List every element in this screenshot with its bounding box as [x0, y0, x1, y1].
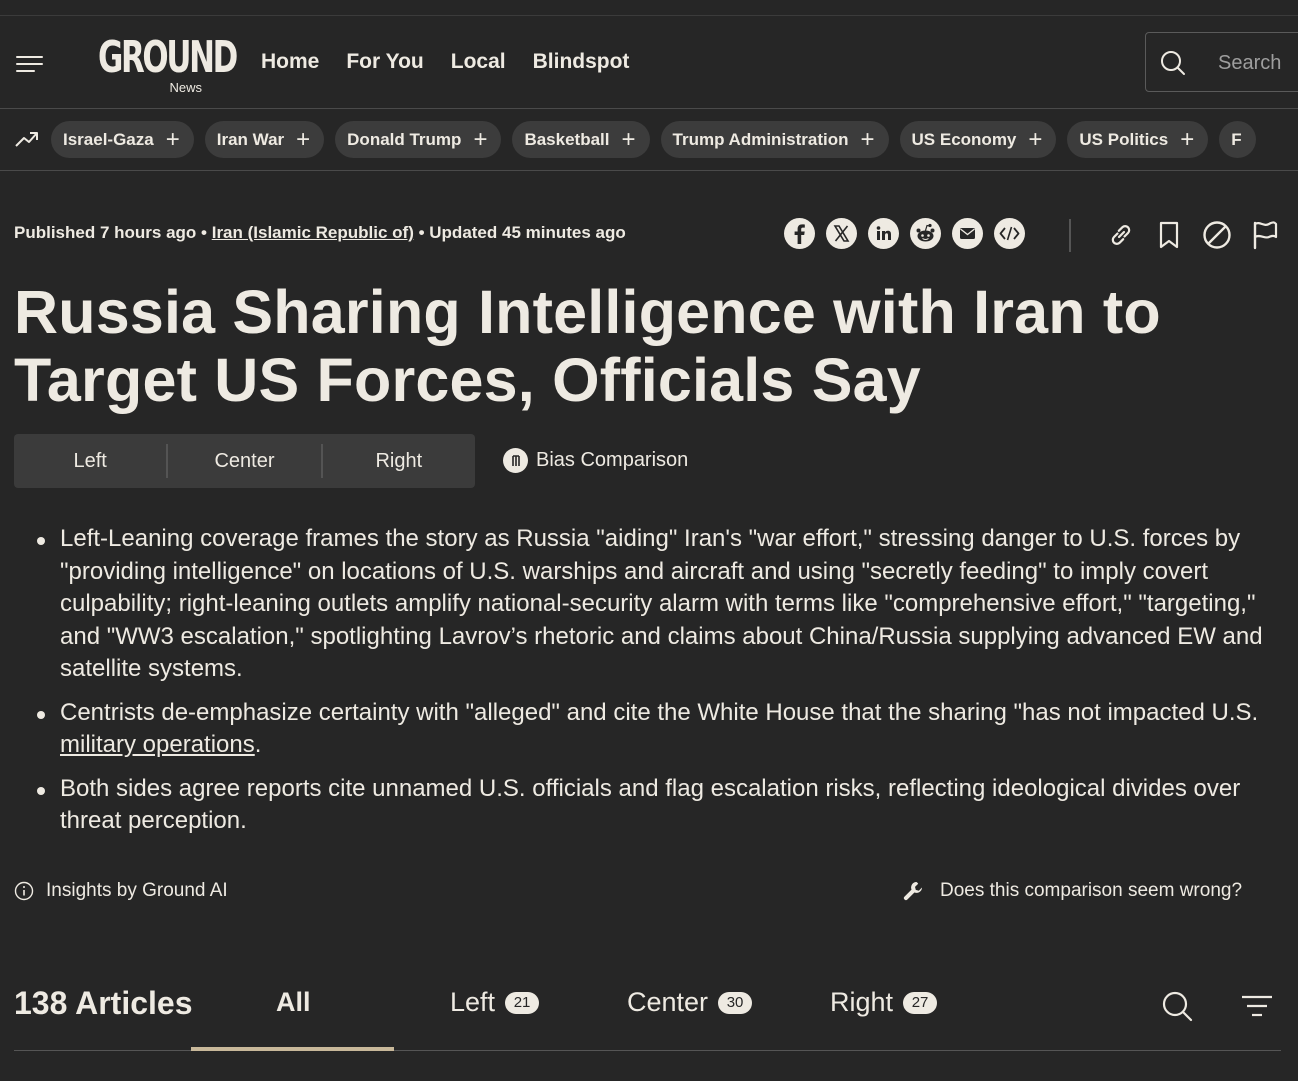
plus-icon[interactable]: +	[861, 127, 875, 151]
military-operations-link[interactable]: military operations	[60, 731, 255, 758]
topic-label: Iran War	[216, 129, 285, 149]
filter-tab-left[interactable]: Left 21	[450, 987, 540, 1018]
bias-comparison-tab[interactable]: Bias Comparison	[503, 448, 688, 473]
search-input[interactable]	[1218, 50, 1298, 76]
plus-icon[interactable]: +	[622, 127, 636, 151]
search-icon	[1161, 51, 1185, 75]
plus-icon[interactable]: +	[296, 127, 310, 151]
header-search[interactable]	[1145, 32, 1298, 92]
published-time: Published 7 hours ago	[14, 223, 197, 242]
ground-ai-icon	[503, 448, 528, 473]
count-badge: 30	[718, 991, 753, 1014]
logo-wordmark: GROUND	[98, 32, 238, 83]
filter-tab-all[interactable]: All	[276, 987, 311, 1018]
list-item: Both sides agree reports cite unnamed U.…	[37, 773, 1275, 838]
bullet-text-end: .	[254, 731, 262, 758]
trending-icon	[15, 132, 38, 147]
bias-tabs: Left Center Right	[14, 434, 475, 488]
bias-comparison-label: Bias Comparison	[536, 449, 689, 471]
list-item: Left-Leaning coverage frames the story a…	[37, 523, 1275, 686]
search-icon[interactable]	[1161, 990, 1193, 1022]
plus-icon[interactable]: +	[1180, 127, 1194, 151]
topic-label: Israel-Gaza	[63, 129, 154, 149]
topic-label: F	[1231, 129, 1242, 149]
facebook-icon[interactable]	[784, 218, 815, 249]
block-icon[interactable]	[1201, 218, 1233, 252]
wrong-label: Does this comparison seem wrong?	[940, 880, 1243, 901]
plus-icon[interactable]: +	[1028, 127, 1042, 151]
meta-separator: •	[196, 223, 212, 242]
nav-local[interactable]: Local	[451, 50, 506, 74]
nav-home[interactable]: Home	[261, 50, 319, 74]
plus-icon[interactable]: +	[166, 127, 180, 151]
link-icon[interactable]	[1105, 218, 1137, 252]
list-item: Centrists de-emphasize certainty with "a…	[37, 697, 1275, 762]
filter-tab-label: Left	[450, 987, 496, 1017]
bullet-text: Centrists de-emphasize certainty with "a…	[60, 698, 1259, 726]
x-icon[interactable]	[826, 218, 857, 249]
insights-label: Insights by Ground AI	[46, 880, 228, 901]
email-icon[interactable]	[952, 218, 983, 249]
nav-for-you[interactable]: For You	[346, 50, 423, 74]
linkedin-icon[interactable]	[868, 218, 899, 249]
topic-label: Donald Trump	[347, 129, 462, 149]
tab-right[interactable]: Right	[323, 434, 475, 488]
topic-label: Basketball	[524, 129, 610, 149]
share-icons	[784, 218, 1025, 249]
top-strip	[0, 0, 1298, 16]
article-title: Russia Sharing Intelligence with Iran to…	[14, 278, 1161, 414]
topic-label: US Politics	[1079, 129, 1169, 149]
topic-chip-truncated[interactable]: F	[1219, 121, 1256, 158]
count-badge: 27	[903, 991, 938, 1014]
bookmark-icon[interactable]	[1153, 218, 1185, 252]
topic-chip-trump-administration[interactable]: Trump Administration +	[660, 121, 889, 158]
trending-topics-bar: Israel-Gaza + Iran War + Donald Trump + Bas…	[0, 109, 1298, 171]
hamburger-menu-icon[interactable]	[16, 54, 46, 74]
topic-chip-israel-gaza[interactable]: Israel-Gaza +	[51, 121, 194, 158]
article-actions	[1105, 218, 1281, 252]
plus-icon[interactable]: +	[473, 127, 487, 151]
filter-tab-label: All	[276, 987, 311, 1017]
nav-blindspot[interactable]: Blindspot	[533, 50, 630, 74]
reddit-icon[interactable]	[910, 218, 941, 249]
topic-chip-donald-trump[interactable]: Donald Trump +	[335, 121, 502, 158]
updated-time: • Updated 45 minutes ago	[413, 223, 626, 242]
info-icon	[14, 881, 34, 901]
filter-icon[interactable]	[1240, 993, 1274, 1019]
insights-by-ground-ai: Insights by Ground AI	[14, 880, 228, 902]
flag-icon[interactable]	[1249, 218, 1281, 252]
filter-tab-label: Center	[627, 987, 709, 1017]
tab-left[interactable]: Left	[14, 434, 166, 488]
articles-count: 138 Articles	[14, 985, 193, 1021]
ground-news-logo[interactable]: GROUND News	[98, 34, 238, 96]
wrench-icon	[903, 882, 922, 901]
location-link[interactable]: Iran (Islamic Republic of)	[212, 223, 414, 242]
topic-chip-basketball[interactable]: Basketball +	[512, 121, 650, 158]
count-badge: 21	[505, 991, 540, 1014]
filter-tab-center[interactable]: Center 30	[627, 987, 753, 1018]
active-tab-underline	[191, 1047, 394, 1051]
topic-chip-us-economy[interactable]: US Economy +	[899, 121, 1057, 158]
main-nav: Home For You Local Blindspot	[261, 50, 656, 74]
share-divider	[1069, 219, 1071, 252]
filter-tab-label: Right	[830, 987, 894, 1017]
topic-chip-us-politics[interactable]: US Politics +	[1067, 121, 1209, 158]
tab-center[interactable]: Center	[168, 434, 320, 488]
articles-bar: 138 Articles All Left 21 Center 30 Right 27	[14, 975, 1281, 1051]
topic-label: Trump Administration	[672, 129, 849, 149]
site-header: GROUND News Home For You Local Blindspot	[0, 16, 1298, 109]
topic-chip-iran-war[interactable]: Iran War +	[204, 121, 325, 158]
article-meta: Published 7 hours ago • Iran (Islamic Re…	[14, 223, 626, 243]
filter-tab-right[interactable]: Right 27	[830, 987, 938, 1018]
bias-summary-list: Left-Leaning coverage frames the story a…	[37, 523, 1275, 849]
logo-subtitle: News	[169, 80, 202, 95]
embed-icon[interactable]	[994, 218, 1025, 249]
topic-label: US Economy	[911, 129, 1017, 149]
report-comparison-button[interactable]: Does this comparison seem wrong?	[902, 880, 1242, 902]
